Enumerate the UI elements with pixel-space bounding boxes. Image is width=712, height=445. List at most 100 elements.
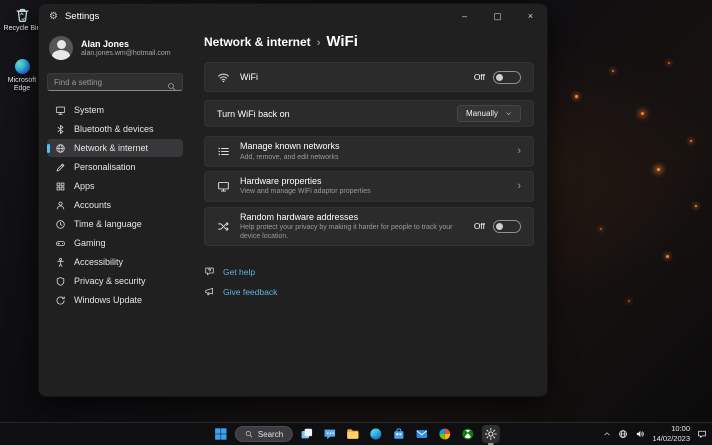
- manage-known-networks-card[interactable]: Manage known networks Add, remove, and e…: [204, 136, 534, 167]
- file-explorer-button[interactable]: [344, 425, 362, 443]
- spark: [657, 168, 660, 171]
- accounts-person-icon: [55, 200, 66, 211]
- shield-icon: [55, 276, 66, 287]
- search-input[interactable]: [54, 78, 163, 87]
- page-title: WiFi: [326, 33, 358, 50]
- spark: [695, 205, 697, 207]
- mail-button[interactable]: [413, 425, 431, 443]
- tray-date: 14/02/2023: [652, 434, 690, 444]
- sidebar-item-time-language[interactable]: Time & language: [47, 215, 183, 233]
- sidebar-item-privacy-security[interactable]: Privacy & security: [47, 272, 183, 290]
- taskbar-search[interactable]: Search: [235, 426, 293, 442]
- edge-icon: [14, 58, 31, 75]
- hardware-properties-card[interactable]: Hardware properties View and manage WiFi…: [204, 171, 534, 202]
- sidebar-item-network-internet[interactable]: Network & internet: [47, 139, 183, 157]
- start-button[interactable]: [212, 425, 230, 443]
- accessibility-person-icon: [55, 257, 66, 268]
- sidebar-item-apps[interactable]: Apps: [47, 177, 183, 195]
- get-help-link[interactable]: Get help: [204, 266, 534, 277]
- search-icon: [167, 78, 176, 87]
- sidebar-item-label: System: [74, 105, 104, 115]
- sidebar-item-label: Bluetooth & devices: [74, 124, 154, 134]
- clock[interactable]: 10:00 14/02/2023: [652, 424, 690, 444]
- wifi-toggle[interactable]: [493, 71, 521, 84]
- random-addresses-toggle-state: Off: [474, 221, 485, 231]
- sidebar-item-personalisation[interactable]: Personalisation: [47, 158, 183, 176]
- photos-button[interactable]: [436, 425, 454, 443]
- settings-sidebar: Alan Jones alan.jones.wm@hotmail.com Sys…: [39, 28, 191, 396]
- breadcrumb-parent[interactable]: Network & internet: [204, 35, 311, 49]
- desktop-icon-label: Recycle Bin: [4, 25, 41, 33]
- close-button[interactable]: ×: [514, 4, 547, 28]
- notification-center-icon[interactable]: [697, 429, 707, 439]
- edge-button[interactable]: [367, 425, 385, 443]
- hardware-monitor-icon: [217, 180, 230, 193]
- sidebar-item-accessibility[interactable]: Accessibility: [47, 253, 183, 271]
- desktop-icon-recycle-bin[interactable]: Recycle Bin: [2, 6, 42, 33]
- chevron-right-icon: ›: [517, 180, 521, 192]
- shuffle-icon: [217, 220, 230, 233]
- store-button[interactable]: [390, 425, 408, 443]
- network-status-icon[interactable]: [618, 429, 628, 439]
- xbox-button[interactable]: [459, 425, 477, 443]
- photos-icon: [438, 427, 452, 441]
- settings-taskbar-button[interactable]: [482, 425, 500, 443]
- taskbar-search-label: Search: [258, 430, 283, 439]
- tray-chevron-up-icon[interactable]: [603, 430, 611, 438]
- settings-window: ⚙ Settings – ▢ × Alan Jones alan.jones.w…: [38, 3, 548, 397]
- turn-wifi-back-on-title: Turn WiFi back on: [217, 109, 447, 119]
- user-email: alan.jones.wm@hotmail.com: [81, 50, 171, 57]
- volume-icon[interactable]: [635, 429, 645, 439]
- dropdown-value: Manually: [466, 109, 498, 118]
- spark: [612, 70, 614, 72]
- turn-wifi-back-on-card: Turn WiFi back on Manually: [204, 100, 534, 127]
- apps-grid-icon: [55, 181, 66, 192]
- sidebar-item-label: Apps: [74, 181, 95, 191]
- turn-wifi-back-on-dropdown[interactable]: Manually: [457, 105, 521, 122]
- settings-main-pane: Network & internet › WiFi WiFi Off: [191, 28, 547, 396]
- file-explorer-icon: [346, 427, 360, 441]
- chat-button[interactable]: [321, 425, 339, 443]
- maximize-button[interactable]: ▢: [481, 4, 514, 28]
- chat-icon: [323, 427, 337, 441]
- spark: [575, 95, 578, 98]
- window-titlebar: ⚙ Settings – ▢ ×: [39, 4, 547, 28]
- taskbar: Search: [0, 422, 712, 445]
- sidebar-item-bluetooth-devices[interactable]: Bluetooth & devices: [47, 120, 183, 138]
- settings-nav: System Bluetooth & devices Network & int…: [47, 101, 183, 309]
- breadcrumb-separator: ›: [317, 37, 321, 49]
- user-name: Alan Jones: [81, 39, 171, 49]
- gamepad-icon: [55, 238, 66, 249]
- desktop-icon-microsoft-edge[interactable]: Microsoft Edge: [2, 58, 42, 93]
- sidebar-item-gaming[interactable]: Gaming: [47, 234, 183, 252]
- spark: [600, 228, 602, 230]
- settings-search-box[interactable]: [47, 73, 183, 91]
- window-controls: – ▢ ×: [448, 4, 547, 28]
- sidebar-item-system[interactable]: System: [47, 101, 183, 119]
- minimize-button[interactable]: –: [448, 4, 481, 28]
- random-addresses-toggle[interactable]: [493, 220, 521, 233]
- sidebar-item-label: Accessibility: [74, 257, 123, 267]
- sidebar-item-label: Windows Update: [74, 295, 142, 305]
- wifi-toggle-card: WiFi Off: [204, 62, 534, 92]
- recycle-bin-icon: [14, 6, 31, 23]
- give-feedback-link[interactable]: Give feedback: [204, 286, 534, 297]
- network-globe-icon: [55, 143, 66, 154]
- chevron-right-icon: ›: [517, 145, 521, 157]
- search-icon: [245, 430, 253, 438]
- bluetooth-icon: [55, 124, 66, 135]
- microsoft-store-icon: [392, 427, 406, 441]
- random-hardware-addresses-card: Random hardware addresses Help protect y…: [204, 207, 534, 247]
- window-title: Settings: [65, 11, 99, 22]
- sidebar-item-accounts[interactable]: Accounts: [47, 196, 183, 214]
- random-hardware-addresses-title: Random hardware addresses: [240, 212, 464, 222]
- edge-icon: [369, 427, 383, 441]
- settings-gear-icon: ⚙: [49, 11, 58, 22]
- spark: [628, 300, 630, 302]
- update-arrows-icon: [55, 295, 66, 306]
- user-profile[interactable]: Alan Jones alan.jones.wm@hotmail.com: [47, 32, 183, 64]
- wifi-toggle-state: Off: [474, 72, 485, 82]
- task-view-button[interactable]: [298, 425, 316, 443]
- sidebar-item-windows-update[interactable]: Windows Update: [47, 291, 183, 309]
- sidebar-item-label: Gaming: [74, 238, 106, 248]
